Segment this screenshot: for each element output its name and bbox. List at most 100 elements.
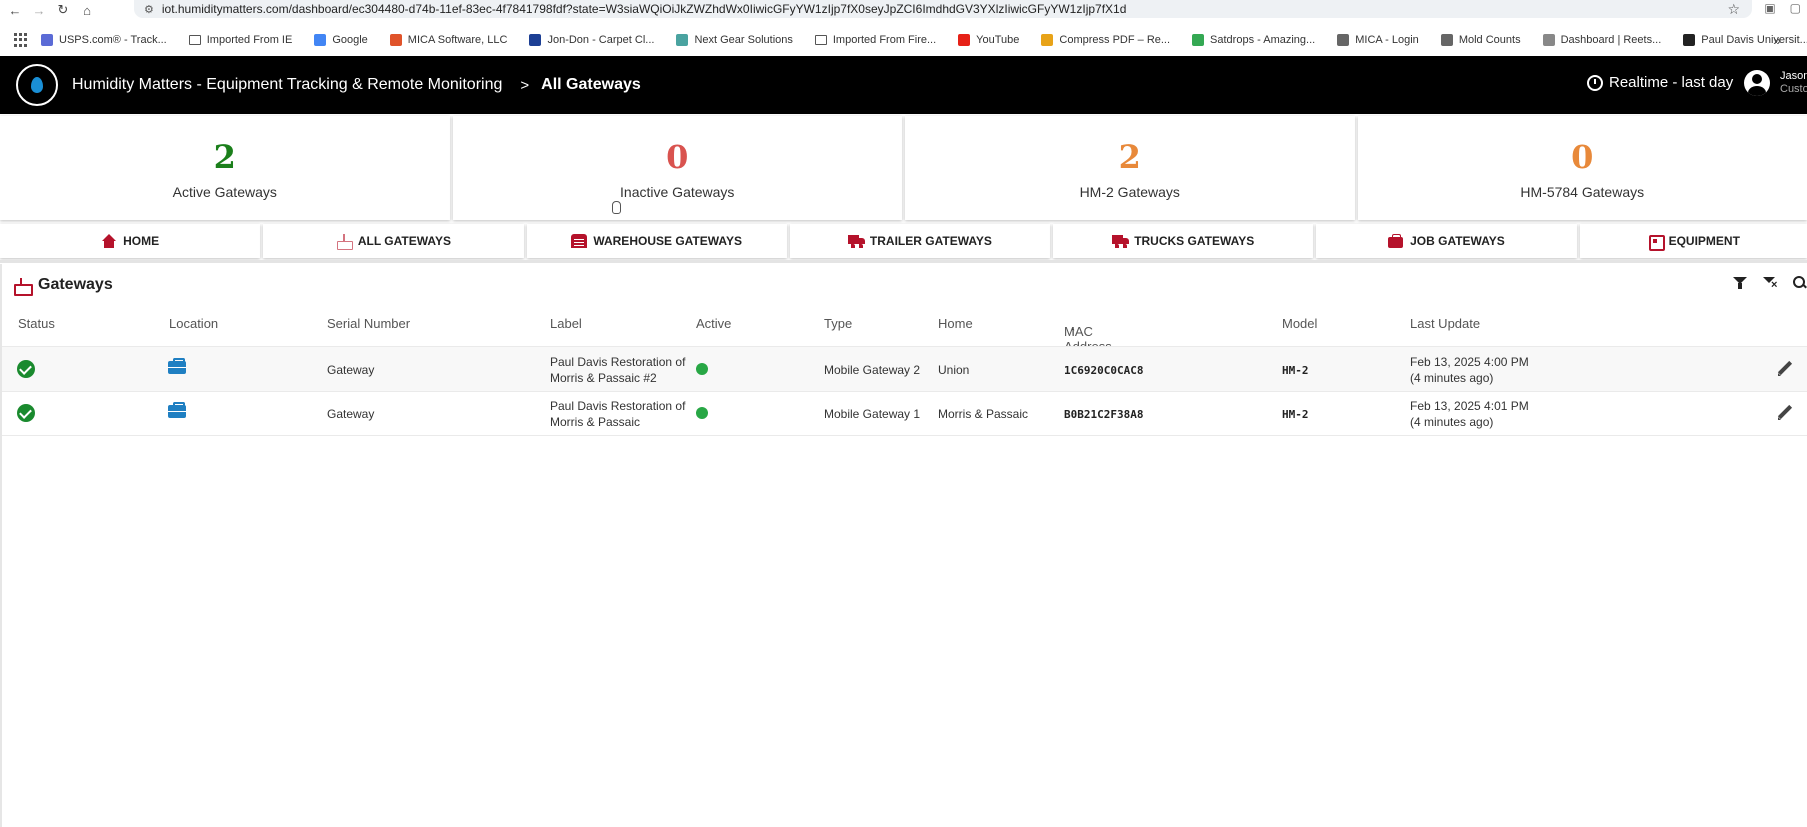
cell-type: Mobile Gateway 2 (824, 363, 921, 377)
site-info-icon[interactable]: ⚙ (144, 3, 154, 16)
tab-label: JOB GATEWAYS (1410, 234, 1505, 248)
favicon-icon (314, 34, 327, 46)
bookmark-item[interactable]: Compress PDF – Re... (1041, 34, 1170, 46)
briefcase-location-icon[interactable] (168, 358, 186, 374)
edit-icon[interactable] (1777, 361, 1793, 377)
favicon-icon (1192, 34, 1205, 46)
truck-icon (1112, 234, 1130, 248)
column-type[interactable]: Type (824, 316, 852, 331)
extension-icon[interactable]: ▢ (1790, 1, 1801, 15)
briefcase-location-icon[interactable] (168, 402, 186, 418)
bookmark-item[interactable]: Paul Davis Universit... (1683, 34, 1807, 46)
tab-label: TRAILER GATEWAYS (869, 234, 992, 248)
stat-label: Inactive Gateways (620, 184, 735, 200)
column-active[interactable]: Active (696, 316, 731, 331)
app-title[interactable]: Humidity Matters - Equipment Tracking & … (72, 76, 502, 94)
truck-icon (847, 234, 865, 248)
clear-filter-icon[interactable] (1763, 276, 1777, 291)
favicon-icon (389, 34, 402, 46)
bookmark-label: Next Gear Solutions (694, 34, 793, 46)
reload-icon[interactable]: ↻ (54, 1, 72, 19)
tab-equipment[interactable]: EQUIPMENT (1579, 224, 1807, 258)
timewindow-label: Realtime - last day (1609, 74, 1734, 91)
user-info: Jason Custo (1780, 70, 1807, 96)
bookmark-item[interactable]: Next Gear Solutions (676, 34, 793, 46)
column-location[interactable]: Location (169, 316, 218, 331)
bookmark-label: YouTube (976, 34, 1020, 46)
stat-card-hm2: 2 HM-2 Gateways (905, 116, 1355, 220)
back-icon[interactable]: ← (6, 1, 24, 19)
extension-icon[interactable]: ▣ (1764, 1, 1775, 15)
apps-grid-icon[interactable] (14, 33, 27, 47)
search-icon[interactable] (1793, 276, 1807, 290)
tab-label: ALL GATEWAYS (357, 234, 451, 248)
cell-label: Paul Davis Restoration of Morris & Passa… (550, 398, 685, 430)
tab-trailer-gateways[interactable]: TRAILER GATEWAYS (789, 224, 1051, 258)
bookmark-item[interactable]: Dashboard | Reets... (1542, 34, 1661, 46)
forward-icon[interactable]: → (30, 1, 48, 19)
table-row[interactable]: Gateway Paul Davis Restoration of Morris… (2, 391, 1807, 436)
tab-trucks-gateways[interactable]: TRUCKS GATEWAYS (1053, 224, 1314, 258)
active-indicator-dot (696, 407, 708, 419)
tab-job-gateways[interactable]: JOB GATEWAYS (1316, 224, 1577, 258)
address-bar[interactable]: ⚙ iot.humiditymatters.com/dashboard/ec30… (134, 0, 1752, 18)
bookmark-item[interactable]: Imported From IE (188, 34, 292, 46)
table-row[interactable]: Gateway Paul Davis Restoration of Morris… (2, 346, 1807, 391)
timewindow-selector[interactable]: Realtime - last day (1587, 74, 1733, 91)
bookmark-label: Mold Counts (1458, 34, 1521, 46)
cell-home: Union (938, 363, 970, 377)
last-update-time: Feb 13, 2025 4:00 PM (1410, 355, 1529, 369)
user-role: Custo (1780, 83, 1807, 95)
status-ok-icon (17, 404, 35, 422)
account-icon (1744, 70, 1770, 96)
chip-icon (1647, 234, 1665, 251)
gateway-tabs: HOME ALL GATEWAYS WAREHOUSE GATEWAYS TRA… (0, 224, 1807, 260)
cell-type: Mobile Gateway 1 (824, 407, 921, 421)
cell-label: Paul Davis Restoration of Morris & Passa… (550, 354, 685, 386)
bookmark-item[interactable]: MICA Software, LLC (389, 34, 507, 46)
tab-home[interactable]: HOME (0, 224, 261, 258)
column-serial-number[interactable]: Serial Number (327, 316, 410, 331)
favicon-icon (1683, 34, 1696, 46)
bookmark-star-icon[interactable]: ☆ (1727, 1, 1740, 18)
favicon-icon (41, 34, 53, 46)
panel-title-text: Gateways (38, 276, 113, 293)
status-ok-icon (17, 360, 35, 378)
cell-last-update: Feb 13, 2025 4:01 PM (4 minutes ago) (1410, 398, 1529, 430)
home-browser-icon[interactable]: ⌂ (78, 1, 96, 19)
tabs-divider (0, 260, 1807, 263)
breadcrumb-separator: > (520, 76, 530, 94)
bookmark-item[interactable]: YouTube (958, 34, 1019, 46)
label-line: Paul Davis Restoration of (550, 399, 686, 413)
column-last-update[interactable]: Last Update (1410, 316, 1480, 331)
user-menu[interactable]: Jason Custo (1744, 70, 1807, 96)
bookmark-item[interactable]: Google (314, 34, 368, 46)
folder-icon (814, 35, 827, 45)
edit-icon[interactable] (1777, 405, 1793, 421)
bookmark-item[interactable]: Imported From Fire... (814, 34, 936, 46)
stat-value: 0 (666, 138, 689, 176)
last-update-relative: (4 minutes ago) (1410, 415, 1494, 429)
bookmark-label: MICA - Login (1355, 34, 1419, 46)
browser-toolbar: ← → ↻ ⌂ ⚙ iot.humiditymatters.com/dashbo… (0, 0, 1807, 20)
column-model[interactable]: Model (1282, 316, 1317, 331)
bookmark-item[interactable]: USPS.com® - Track... (41, 34, 167, 46)
tab-label: TRUCKS GATEWAYS (1134, 234, 1255, 248)
cell-last-update: Feb 13, 2025 4:00 PM (4 minutes ago) (1410, 354, 1529, 386)
column-label[interactable]: Label (550, 316, 582, 331)
column-status[interactable]: Status (18, 316, 55, 331)
more-bookmarks-icon[interactable]: » (1773, 32, 1781, 48)
humidity-matters-logo[interactable] (16, 64, 58, 106)
stat-value: 2 (1118, 138, 1141, 176)
tab-all-gateways[interactable]: ALL GATEWAYS (263, 224, 524, 258)
tab-warehouse-gateways[interactable]: WAREHOUSE GATEWAYS (526, 224, 787, 258)
bookmark-item[interactable]: Mold Counts (1440, 34, 1521, 46)
column-home[interactable]: Home (938, 316, 973, 331)
bookmark-item[interactable]: Satdrops - Amazing... (1192, 34, 1315, 46)
briefcase-icon (1388, 234, 1404, 248)
filter-icon[interactable] (1733, 276, 1747, 290)
bookmark-item[interactable]: MICA - Login (1337, 34, 1419, 46)
sort-ascending-icon: ↑ (1070, 324, 1076, 338)
bookmark-item[interactable]: Jon-Don - Carpet Cl... (529, 34, 654, 46)
extensions-area: ▣ ▢ (1764, 1, 1801, 15)
